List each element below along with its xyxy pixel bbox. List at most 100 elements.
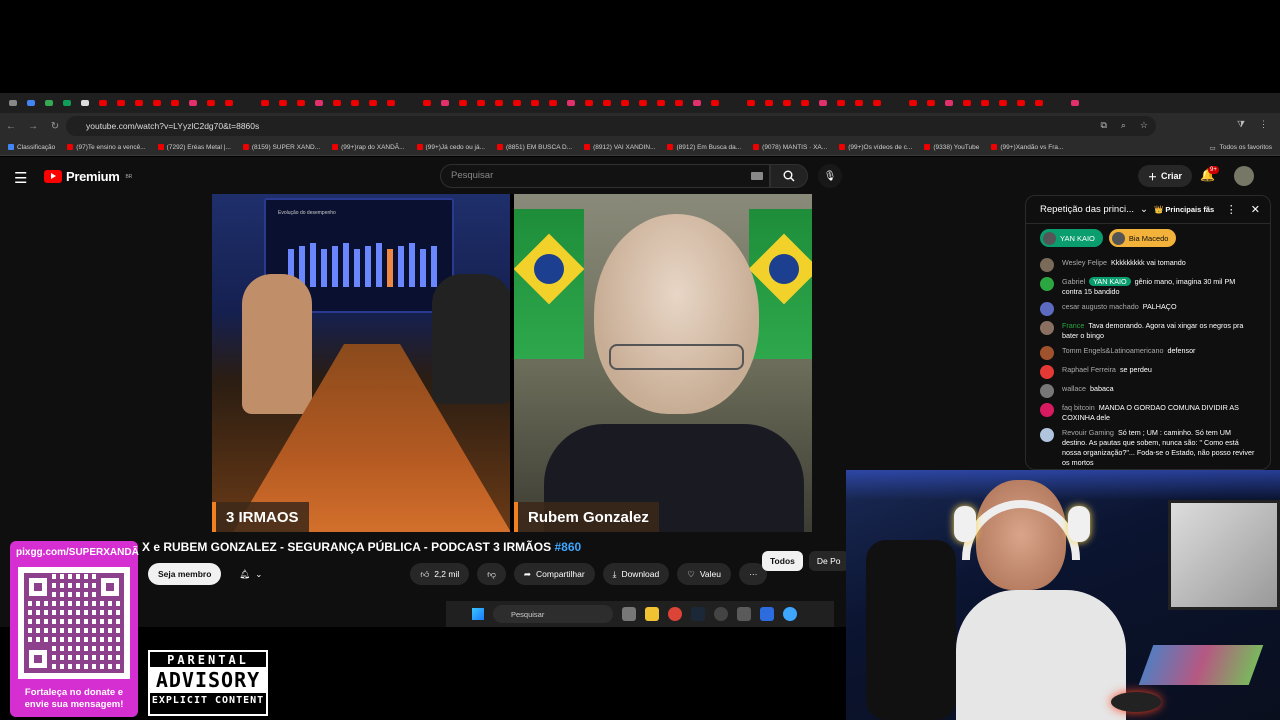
chip-from-channel[interactable]: De Po (808, 551, 849, 571)
browser-tab[interactable] (706, 96, 724, 110)
download-button[interactable]: ⤓ Download (602, 563, 670, 585)
chat-message[interactable]: Wesley Felipe Kkkkkkkkk vai tomando (1040, 258, 1256, 272)
star-icon[interactable]: ☆ (1140, 120, 1148, 131)
bookmark-item[interactable]: (8851) EM BUSCA D... (497, 144, 572, 151)
bookmark-item[interactable]: (8159) SUPER XAND... (242, 144, 320, 151)
top-fan-pill[interactable]: YAN KAIO (1040, 229, 1103, 247)
browser-tab[interactable] (346, 96, 364, 110)
browser-tab[interactable] (580, 96, 598, 110)
taskbar-search[interactable]: Pesquisar (493, 605, 613, 623)
all-favorites[interactable]: ▭ Todos os favoritos (1209, 139, 1272, 155)
chat-message[interactable]: faq bitcoin MANDA O GORDAO COMUNA DIVIDIR… (1040, 403, 1256, 423)
browser-tab[interactable] (328, 96, 346, 110)
browser-tab[interactable] (562, 96, 580, 110)
bookmark-item[interactable]: (9338) YouTube (924, 144, 979, 151)
more-vert-icon[interactable]: ⋮ (1226, 203, 1237, 216)
chat-author[interactable]: wallace (1062, 384, 1086, 393)
browser-tab[interactable] (688, 96, 706, 110)
file-explorer-icon[interactable] (645, 607, 659, 621)
avatar[interactable] (1234, 166, 1254, 186)
browser-tab[interactable] (922, 96, 940, 110)
windows-start-icon[interactable] (472, 608, 484, 620)
microphone-icon[interactable]: 🎙 (818, 164, 842, 188)
hamburger-menu-icon[interactable]: ☰ (14, 169, 27, 187)
bookmark-item[interactable]: (99+)rap do XANDÃ... (332, 144, 405, 151)
browser-tab[interactable] (832, 96, 850, 110)
chat-message[interactable]: Gabriel YAN KAIO gênio mano, imagina 30 mi… (1040, 277, 1256, 297)
browser-tab[interactable] (400, 96, 418, 110)
search-button[interactable] (770, 164, 808, 188)
bookmark-item[interactable]: Classificação (8, 144, 55, 151)
browser-tab[interactable] (490, 96, 508, 110)
extensions-icon[interactable]: ⧩ (1237, 119, 1245, 130)
browser-tab[interactable] (1012, 96, 1030, 110)
browser-tab[interactable] (742, 96, 760, 110)
browser-tab[interactable] (544, 96, 562, 110)
chat-author[interactable]: faq bitcoin (1062, 403, 1095, 412)
bookmark-item[interactable]: (7292) Eréas Metal |... (157, 144, 231, 151)
browser-tab[interactable] (724, 96, 742, 110)
forward-icon[interactable]: → (22, 121, 44, 132)
browser-tab[interactable] (940, 96, 958, 110)
bookmark-item[interactable]: (99+)Xandão vs Fra... (991, 144, 1063, 151)
browser-tab[interactable] (994, 96, 1012, 110)
browser-tab[interactable] (472, 96, 490, 110)
bookmark-item[interactable]: (99+)Já cedo ou já... (416, 144, 485, 151)
browser-tab[interactable] (184, 96, 202, 110)
share-button[interactable]: ➦ Compartilhar (513, 563, 595, 585)
back-icon[interactable]: ← (0, 121, 22, 132)
chat-author[interactable]: Gabriel (1062, 277, 1085, 286)
chat-message[interactable]: Tomm Engels&Latinoamericano defensor (1040, 346, 1256, 360)
keyboard-icon[interactable] (751, 172, 763, 180)
browser-tab[interactable] (436, 96, 454, 110)
bookmark-item[interactable]: (8912) Em Busca da... (667, 144, 741, 151)
browser-tab[interactable] (292, 96, 310, 110)
chip-all[interactable]: Todos (762, 551, 803, 571)
task-view-icon[interactable] (622, 607, 636, 621)
app-icon[interactable] (760, 607, 774, 621)
browser-tab[interactable] (778, 96, 796, 110)
subscribe-bell-button[interactable]: 🔔︎ ⌄ (229, 563, 272, 585)
browser-tab[interactable] (274, 96, 292, 110)
bookmark-item[interactable]: (99+)Os vídeos de c... (839, 144, 912, 151)
create-button[interactable]: ＋ Criar (1138, 165, 1193, 187)
browser-tab[interactable] (958, 96, 976, 110)
browser-tab[interactable] (508, 96, 526, 110)
browser-tab[interactable] (256, 96, 274, 110)
video-hashtag[interactable]: #860 (554, 540, 581, 554)
browser-tab[interactable] (976, 96, 994, 110)
browser-tab[interactable] (4, 96, 22, 110)
thanks-button[interactable]: ♡ Valeu (677, 563, 731, 585)
settings-icon[interactable] (737, 607, 751, 621)
browser-tab[interactable] (886, 96, 904, 110)
chat-message[interactable]: France Tava demorando. Agora vai xingar o… (1040, 321, 1256, 341)
browser-tab[interactable] (1030, 96, 1048, 110)
chat-message[interactable]: Raphael Ferreira se perdeu (1040, 365, 1256, 379)
browser-tab[interactable] (760, 96, 778, 110)
browser-tab[interactable] (40, 96, 58, 110)
browser-tab[interactable] (364, 96, 382, 110)
browser-tab[interactable] (652, 96, 670, 110)
chat-mode-label[interactable]: Repetição das princi... (1040, 204, 1134, 215)
browser-tab[interactable] (670, 96, 688, 110)
browser-tab[interactable] (382, 96, 400, 110)
browser-tab[interactable] (1048, 96, 1066, 110)
top-fan-pill[interactable]: Bia Macedo (1108, 229, 1177, 247)
browser-tab[interactable] (22, 96, 40, 110)
bookmark-item[interactable]: (97)Te ensino a vencê... (67, 144, 146, 151)
menu-dots-icon[interactable]: ⋮ (1259, 119, 1268, 130)
browser-tab[interactable] (130, 96, 148, 110)
browser-tab[interactable] (868, 96, 886, 110)
like-button[interactable]: 👍︎ 2,2 mil (410, 563, 470, 585)
browser-tab[interactable] (1066, 96, 1084, 110)
zoom-icon[interactable]: ⌕ (1121, 120, 1126, 131)
dislike-button[interactable]: 👎︎ (477, 563, 506, 585)
obs-icon[interactable] (714, 607, 728, 621)
browser-tab[interactable] (598, 96, 616, 110)
close-icon[interactable]: ✕ (1251, 203, 1260, 216)
bookmark-item[interactable]: (9078) MANTIS · XA... (753, 144, 827, 151)
browser-tab[interactable] (634, 96, 652, 110)
browser-tab[interactable] (94, 96, 112, 110)
address-bar[interactable]: youtube.com/watch?v=LYyzlC2dg70&t=8860s … (66, 116, 1156, 136)
browser-tab[interactable] (76, 96, 94, 110)
